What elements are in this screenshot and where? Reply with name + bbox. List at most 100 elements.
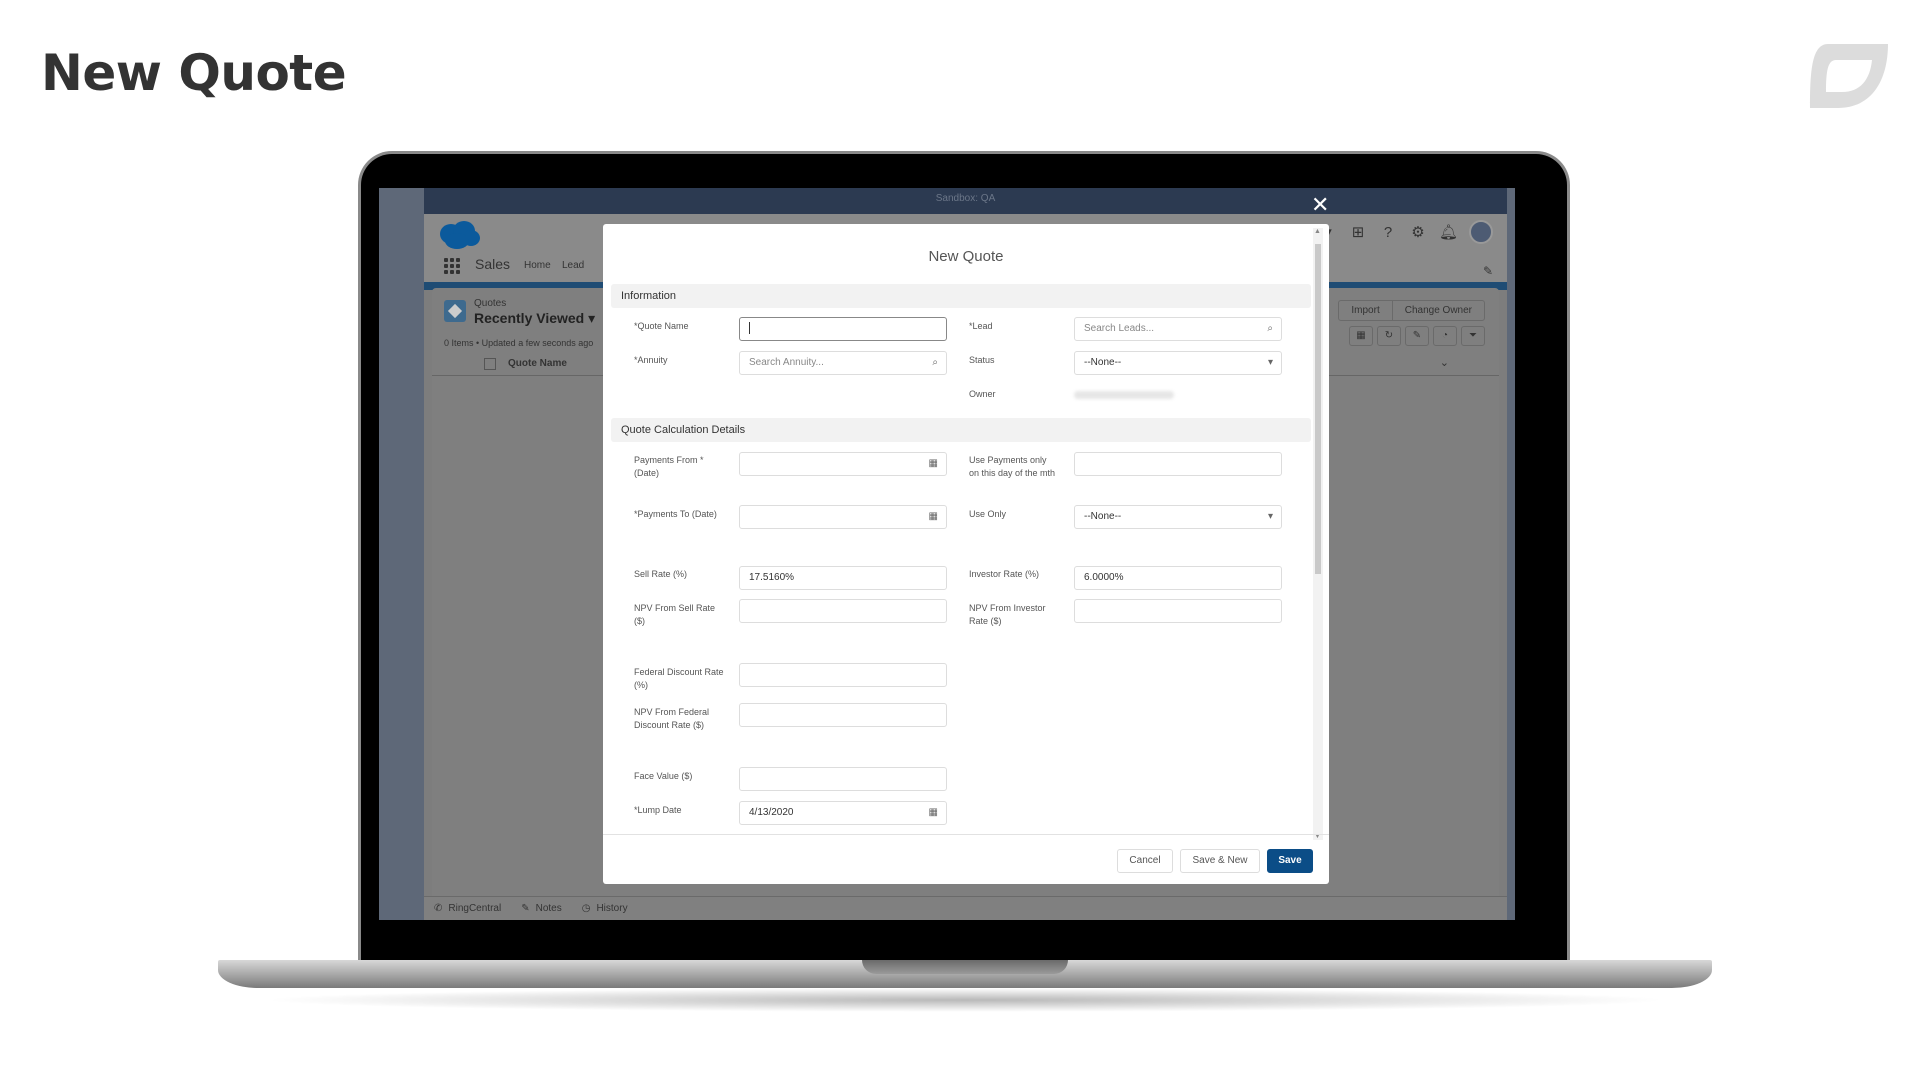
- table-display-icon[interactable]: ▦: [1349, 326, 1373, 346]
- calendar-icon[interactable]: ▦: [929, 506, 938, 528]
- chevron-down-icon: ▾: [1267, 357, 1273, 368]
- section-information[interactable]: Information: [611, 284, 1311, 308]
- calendar-icon[interactable]: ▦: [929, 802, 938, 824]
- list-view-title: Recently Viewed: [474, 310, 585, 326]
- face-value-input[interactable]: [739, 767, 947, 791]
- scroll-up-icon[interactable]: ▲: [1314, 228, 1321, 235]
- utility-bar: ✆ RingCentral ✎ Notes ◷ History: [424, 896, 1507, 920]
- annuity-label: *Annuity: [634, 355, 668, 365]
- sell-rate-label: Sell Rate (%): [634, 569, 688, 579]
- new-quote-modal: New Quote Information *Quote Name *Lead …: [603, 224, 1329, 884]
- bell-icon[interactable]: 🔔︎: [1439, 223, 1458, 241]
- add-icon[interactable]: ⊞: [1349, 223, 1367, 241]
- change-owner-button[interactable]: Change Owner: [1393, 301, 1484, 320]
- nav-home[interactable]: Home: [524, 260, 551, 271]
- annuity-search-input[interactable]: Search Annuity... ⌕: [739, 351, 947, 375]
- utility-ringcentral[interactable]: ✆ RingCentral: [434, 903, 501, 914]
- face-value-label: Face Value ($): [634, 771, 693, 781]
- lead-placeholder: Search Leads...: [1084, 323, 1155, 334]
- use-payments-only-input[interactable]: [1074, 452, 1282, 476]
- lead-label: *Lead: [969, 321, 993, 331]
- utility-label: History: [596, 903, 628, 914]
- avatar[interactable]: [1469, 220, 1493, 244]
- caret-down-icon: ▾: [588, 310, 596, 326]
- utility-label: RingCentral: [448, 903, 502, 914]
- lump-date-input[interactable]: 4/13/2020 ▦: [739, 801, 947, 825]
- list-view-selector[interactable]: Recently Viewed ▾: [474, 310, 595, 327]
- close-icon[interactable]: ✕: [1311, 194, 1329, 216]
- list-actions: Import Change Owner: [1338, 300, 1485, 321]
- notes-icon: ✎: [521, 903, 530, 914]
- quote-name-label: *Quote Name: [634, 321, 689, 331]
- status-value: --None--: [1084, 357, 1122, 368]
- npv-sell-input[interactable]: [739, 599, 947, 623]
- leaf-brand-icon: [1810, 44, 1888, 108]
- npv-federal-input[interactable]: [739, 703, 947, 727]
- use-only-select[interactable]: --None-- ▾: [1074, 505, 1282, 529]
- import-button[interactable]: Import: [1339, 301, 1393, 320]
- annuity-placeholder: Search Annuity...: [749, 357, 824, 368]
- payments-to-label: *Payments To (Date): [634, 509, 717, 519]
- salesforce-logo-icon: [440, 221, 480, 249]
- nav-leads[interactable]: Lead: [562, 260, 584, 271]
- payments-to-date-input[interactable]: ▦: [739, 505, 947, 529]
- owner-value-redacted: [1074, 391, 1174, 399]
- cancel-button[interactable]: Cancel: [1117, 849, 1173, 873]
- save-and-new-button[interactable]: Save & New: [1180, 849, 1260, 873]
- status-label: Status: [969, 355, 995, 365]
- use-only-label: Use Only: [969, 509, 1007, 519]
- gear-icon[interactable]: ⚙: [1409, 223, 1427, 241]
- modal-body: Information *Quote Name *Lead Search Lea…: [611, 280, 1317, 834]
- list-tools: ▦ ↻ ✎ ◔ ⏷: [1349, 326, 1485, 346]
- use-only-value: --None--: [1084, 511, 1122, 522]
- object-label: Quotes: [474, 298, 507, 309]
- search-icon: ⌕: [1267, 323, 1273, 334]
- search-icon: ⌕: [932, 357, 938, 368]
- modal-scrollbar[interactable]: ▲ ▼: [1313, 228, 1323, 840]
- save-button[interactable]: Save: [1267, 849, 1313, 873]
- payments-from-date-input[interactable]: ▦: [739, 452, 947, 476]
- chevron-down-icon: ▾: [1267, 511, 1273, 522]
- filter-icon[interactable]: ⏷: [1461, 326, 1485, 346]
- status-select[interactable]: --None-- ▾: [1074, 351, 1282, 375]
- npv-sell-label: NPV From Sell Rate ($): [634, 603, 716, 626]
- chart-icon[interactable]: ◔: [1433, 326, 1457, 346]
- section-calculation-details[interactable]: Quote Calculation Details: [611, 418, 1311, 442]
- phone-icon: ✆: [434, 903, 443, 914]
- owner-label: Owner: [969, 389, 996, 399]
- npv-investor-label: NPV From Investor Rate ($): [969, 603, 1046, 626]
- chevron-down-icon[interactable]: ⌄: [1440, 356, 1449, 369]
- app-launcher-icon[interactable]: [444, 258, 460, 274]
- modal-footer: Cancel Save & New Save: [603, 834, 1329, 884]
- slide-title: New Quote: [41, 44, 347, 102]
- investor-rate-input[interactable]: 6.0000%: [1074, 566, 1282, 590]
- sell-rate-input[interactable]: 17.5160%: [739, 566, 947, 590]
- scroll-thumb[interactable]: [1315, 244, 1321, 574]
- edit-nav-icon[interactable]: ✎: [1483, 264, 1493, 278]
- lead-search-input[interactable]: Search Leads... ⌕: [1074, 317, 1282, 341]
- app-name: Sales: [475, 256, 511, 272]
- header-icons: ▾ ⊞ ? ⚙ 🔔︎: [1319, 220, 1493, 244]
- sandbox-bar: Sandbox: QA: [424, 188, 1507, 214]
- npv-investor-input[interactable]: [1074, 599, 1282, 623]
- npv-federal-label: NPV From Federal Discount Rate ($): [634, 707, 710, 730]
- list-meta: 0 Items • Updated a few seconds ago: [444, 338, 594, 348]
- payments-from-label: Payments From *(Date): [634, 455, 704, 478]
- pencil-icon[interactable]: ✎: [1405, 326, 1429, 346]
- select-all-checkbox[interactable]: [484, 358, 496, 370]
- utility-notes[interactable]: ✎ Notes: [521, 903, 562, 914]
- laptop-shadow: [260, 988, 1670, 1012]
- lump-date-value: 4/13/2020: [749, 807, 794, 818]
- refresh-icon[interactable]: ↻: [1377, 326, 1401, 346]
- help-icon[interactable]: ?: [1379, 224, 1397, 241]
- calendar-icon[interactable]: ▦: [929, 453, 938, 475]
- use-payments-only-label: Use Payments only on this day of the mth: [969, 455, 1056, 478]
- federal-discount-label: Federal Discount Rate (%): [634, 667, 724, 690]
- quote-object-icon: [444, 300, 466, 322]
- modal-title: New Quote: [928, 248, 1004, 265]
- federal-discount-input[interactable]: [739, 663, 947, 687]
- column-quote-name[interactable]: Quote Name: [508, 358, 567, 369]
- investor-rate-label: Investor Rate (%): [969, 569, 1040, 579]
- quote-name-input[interactable]: [739, 317, 947, 341]
- utility-history[interactable]: ◷ History: [582, 903, 628, 914]
